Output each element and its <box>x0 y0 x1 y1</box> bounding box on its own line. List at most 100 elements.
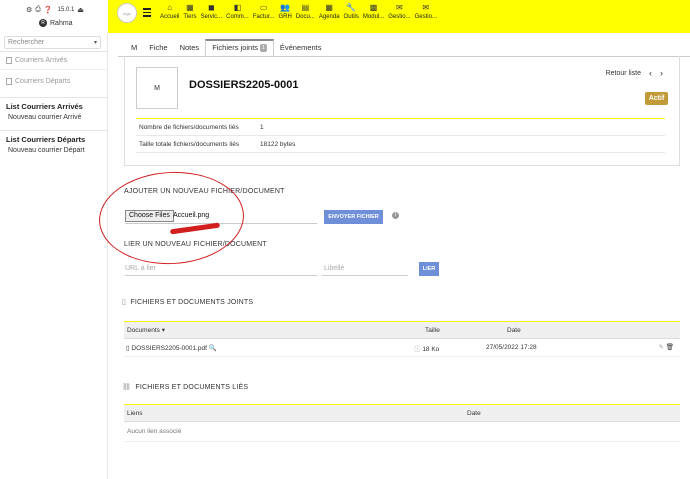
back-to-list-link[interactable]: Retour liste <box>606 70 641 77</box>
docs-section-title: ▯ FICHIERS ET DOCUMENTS JOINTS <box>122 298 253 306</box>
settings-icon[interactable]: ⚙ <box>26 6 32 14</box>
object-thumbnail: M <box>136 67 178 109</box>
sidebar-item-new-arrive[interactable]: Nouveau courrier Arrivé <box>0 112 108 123</box>
user-info[interactable]: R Rahma <box>39 19 73 27</box>
tab-fichiers-joints[interactable]: Fichiers joints 1 <box>205 39 274 57</box>
nav-label: GRH <box>278 14 292 20</box>
nav-outils[interactable]: 🔧 Outils <box>344 2 359 21</box>
nav-facturation[interactable]: ▭ Factur... <box>252 2 275 21</box>
print-icon[interactable]: ⎙ <box>35 6 41 14</box>
table-row: Nombre de fichiers/documents liés 1 <box>136 119 665 136</box>
nav-label: Comm... <box>226 14 249 20</box>
tab-notes[interactable]: Notes <box>174 39 206 57</box>
doc-date: 27/05/2022 17:28 <box>486 344 537 351</box>
nav-commerce[interactable]: ◧ Comm... <box>226 2 249 21</box>
menu-icon[interactable] <box>143 8 151 19</box>
chevron-left-icon[interactable]: ‹ <box>649 68 660 78</box>
nav-agenda[interactable]: ▦ Agenda <box>319 2 340 21</box>
sidebar-item-label: Courriers Arrivés <box>15 57 68 64</box>
tab-object-icon[interactable]: M <box>125 39 143 57</box>
info-key: Nombre de fichiers/documents liés <box>139 123 239 131</box>
table-row: ▯ DOSSIERS2205-0001.pdf 🔍 ⓘ 18 Ko 27/05/… <box>124 339 680 357</box>
chevron-down-icon[interactable]: ▾ <box>94 39 97 46</box>
col-taille: Taille <box>425 326 440 334</box>
docs-title-text: FICHIERS ET DOCUMENTS JOINTS <box>130 299 254 306</box>
document-icon <box>6 78 12 85</box>
doc-size-cell: ⓘ 18 Ko <box>414 343 486 353</box>
logout-icon[interactable]: ⏏ <box>77 6 84 14</box>
nav-documents[interactable]: ▤ Docu... <box>296 2 315 21</box>
record-nav: ‹› <box>649 68 671 78</box>
sidebar-item-courriers-departs[interactable]: Courriers Départs <box>0 70 108 90</box>
info-icon: i <box>392 212 399 219</box>
links-table: Liens Date Aucun lien associé <box>124 404 680 442</box>
info-value: 18122 bytes <box>260 140 296 148</box>
mail-icon: ✉ <box>396 2 403 12</box>
search-input[interactable]: Rechercher ▾ <box>4 36 101 49</box>
folder-icon: ▤ <box>301 2 310 12</box>
col-liens: Liens <box>127 409 143 417</box>
nav-modules[interactable]: ▩ Modul... <box>362 2 385 21</box>
info-icon: ⓘ <box>414 345 421 353</box>
main-nav: ⌂ Accueil ▦ Tiers ◼ Servic... ◧ Comm... ▭ Fac… <box>160 2 441 21</box>
doc-size: 18 Ko <box>422 345 440 353</box>
label-input[interactable]: Libellé <box>324 265 344 272</box>
nav-label: Gestio... <box>388 14 411 20</box>
col-documents[interactable]: Documents ▾ <box>124 326 425 334</box>
send-file-button[interactable]: ENVOYER FICHIER <box>324 210 383 224</box>
edit-icon[interactable]: ✎ <box>658 344 663 351</box>
table-row: Taille totale fichiers/documents liés 18… <box>136 136 665 153</box>
building-icon: ▦ <box>186 2 194 12</box>
nav-label: Servic... <box>200 14 223 20</box>
row-actions: ✎ 🗑 <box>658 343 674 351</box>
nav-gestion-1[interactable]: ✉ Gestio... <box>388 2 411 21</box>
nav-gestion-2[interactable]: ✉ Gestio... <box>415 2 437 21</box>
label-underline <box>322 275 408 276</box>
avatar: R <box>39 19 47 27</box>
nav-label: Factur... <box>252 14 275 20</box>
table-header: Liens Date <box>124 405 680 422</box>
modules-icon: ▩ <box>369 2 378 12</box>
nav-label: Modul... <box>362 14 385 20</box>
nav-grh[interactable]: 👥 GRH <box>278 2 292 21</box>
preview-icon[interactable]: 🔍 <box>209 345 217 352</box>
tab-evenements[interactable]: Événements <box>274 39 328 57</box>
sort-icon[interactable]: ▾ <box>162 327 165 334</box>
links-section-title: ⛓ FICHIERS ET DOCUMENTS LIÉS <box>122 383 248 391</box>
url-underline <box>125 275 317 276</box>
nav-accueil[interactable]: ⌂ Accueil <box>160 2 180 21</box>
status-badge: Actif <box>645 92 668 105</box>
chevron-right-icon[interactable]: › <box>660 68 671 78</box>
left-header: ⚙ ⎙ ❓ 15.0.1 ⏏ R Rahma <box>0 0 108 33</box>
docs-table: Documents ▾ Taille Date ▯ DOSSIERS2205-0… <box>124 321 680 357</box>
link-button[interactable]: LIER <box>419 262 439 276</box>
doc-name: DOSSIERS2205-0001.pdf <box>131 344 207 352</box>
col-date: Date <box>507 326 521 334</box>
sidebar: Rechercher ▾ Courriers Arrivés Courriers… <box>0 33 108 479</box>
money-icon: ▭ <box>259 2 268 12</box>
url-input[interactable]: URL à lier <box>125 265 156 272</box>
red-circle-annotation <box>96 168 247 268</box>
object-card: M DOSSIERS2205-0001 Retour liste ‹› Acti… <box>124 56 680 166</box>
info-value: 1 <box>260 123 264 131</box>
sidebar-item-list-arrives[interactable]: List Courriers Arrivés <box>0 98 108 112</box>
help-icon[interactable]: ❓ <box>44 6 53 14</box>
document-icon <box>6 57 12 64</box>
sidebar-item-new-depart[interactable]: Nouveau courrier Départ <box>0 145 108 156</box>
sidebar-item-courriers-arrives[interactable]: Courriers Arrivés <box>0 52 108 70</box>
info-table: Nombre de fichiers/documents liés 1 Tail… <box>136 118 665 153</box>
delete-icon[interactable]: 🗑 <box>666 344 674 351</box>
nav-label: Accueil <box>160 14 180 20</box>
nav-tiers[interactable]: ▦ Tiers <box>183 2 196 21</box>
nav-services[interactable]: ◼ Servic... <box>200 2 223 21</box>
main-content: M Fiche Notes Fichiers joints 1 Événemen… <box>96 33 690 479</box>
sidebar-section-departs: List Courriers Départs Nouveau courrier … <box>0 130 108 156</box>
col-date: Date <box>467 409 481 417</box>
doc-name-cell[interactable]: ▯ DOSSIERS2205-0001.pdf 🔍 <box>124 344 414 352</box>
company-logo[interactable]: logo <box>117 3 137 23</box>
sidebar-item-list-departs[interactable]: List Courriers Départs <box>0 131 108 145</box>
header-icons: ⚙ ⎙ ❓ 15.0.1 ⏏ <box>26 6 84 14</box>
tab-fiche[interactable]: Fiche <box>143 39 173 57</box>
count-badge: 1 <box>260 44 267 52</box>
sidebar-item-label: Courriers Départs <box>15 78 71 85</box>
